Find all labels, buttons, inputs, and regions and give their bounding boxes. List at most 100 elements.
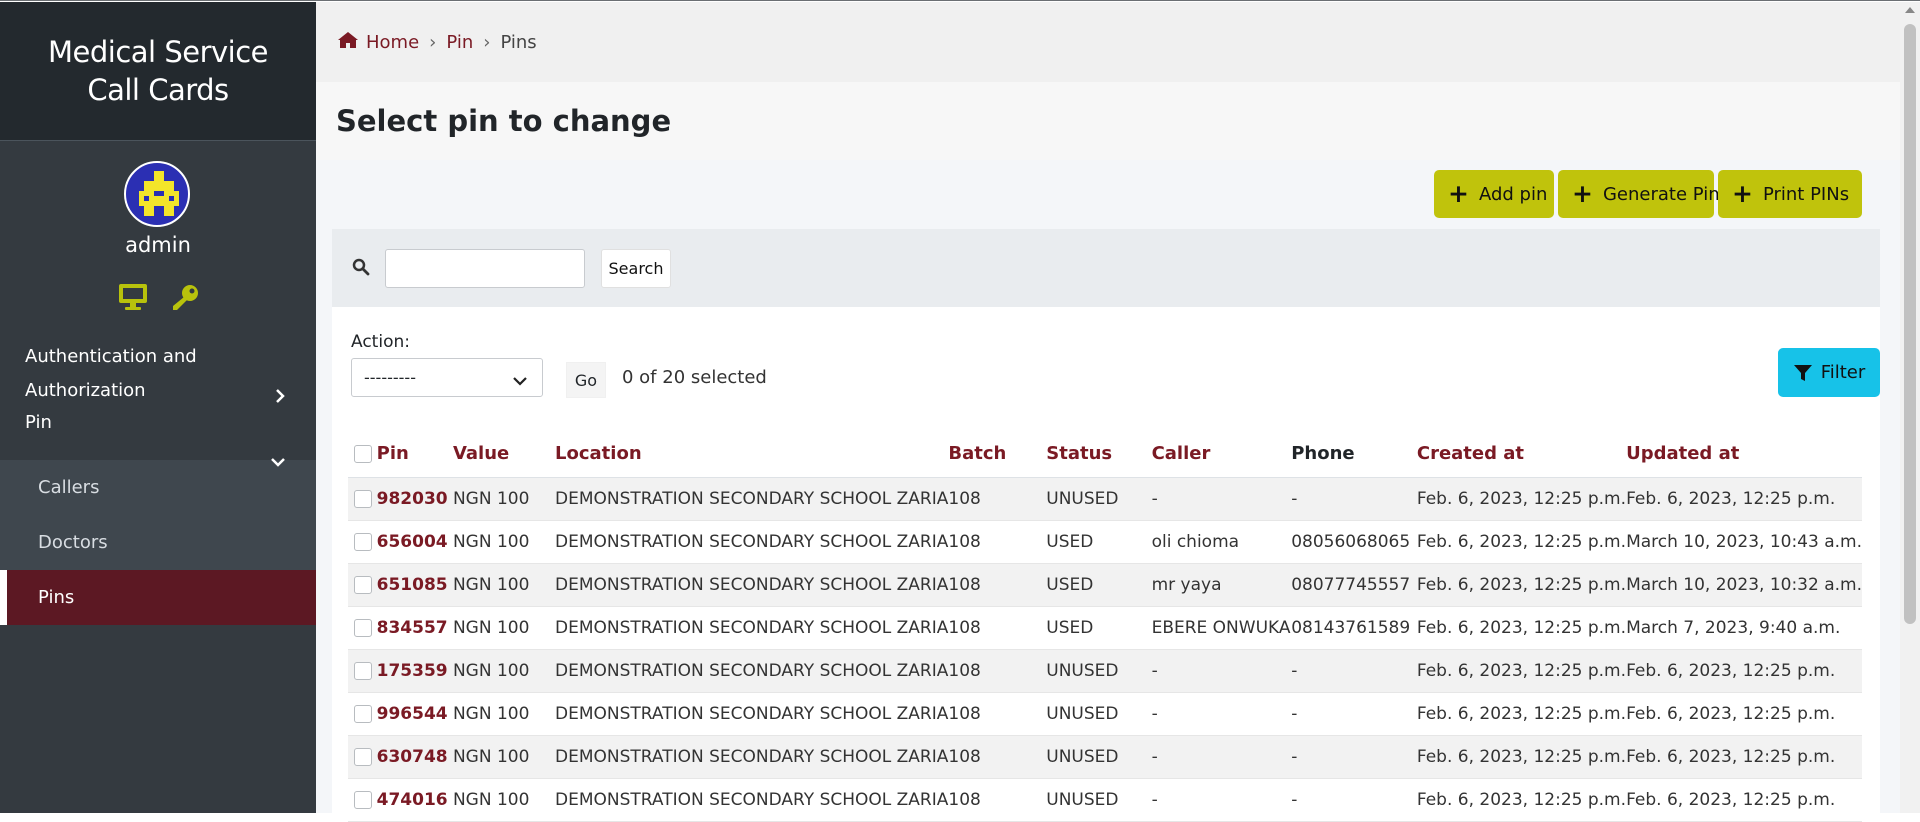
pin-subnav: Callers Doctors Pins [0,460,316,625]
cell-caller: - [1151,778,1292,822]
cell-updated-at: Feb. 6, 2023, 12:25 p.m. [1626,477,1862,521]
action-label: Action: [351,332,410,352]
pin-link[interactable]: 651085 [377,575,448,595]
app-frame: Medical Service Call Cards admin Authent… [0,0,1920,822]
sidebar-item-authentication[interactable]: Authentication and Authorization [0,340,316,403]
table-row: 834557 NGN 100 DEMONSTRATION SECONDARY SCH… [348,606,1862,650]
go-button[interactable]: Go [566,362,606,398]
cell-location: DEMONSTRATION SECONDARY SCHOOL ZARIA [555,692,949,736]
sidebar-item-pins[interactable]: Pins [0,570,316,625]
cell-phone: - [1291,778,1417,822]
cell-updated-at: Feb. 6, 2023, 12:25 p.m. [1626,778,1862,822]
cell-value: NGN 100 [452,778,556,822]
brand[interactable]: Medical Service Call Cards [0,2,316,141]
pin-link[interactable]: 982030 [377,489,448,509]
sidebar-item-callers[interactable]: Callers [0,460,316,515]
results-table: Pin Value Location Batch Status Caller P… [348,431,1862,822]
breadcrumb-home[interactable]: Home [366,32,419,53]
cell-status: UNUSED [1046,649,1152,693]
pin-link[interactable]: 656004 [377,532,448,552]
column-header-status[interactable]: Status [1046,431,1152,478]
plus-icon: + [1572,179,1593,208]
column-header-location[interactable]: Location [555,431,949,478]
cell-updated-at: March 10, 2023, 10:43 a.m. [1626,520,1862,564]
cell-batch: 108 [948,563,1047,607]
sidebar-item-label: Pin [25,412,52,433]
cell-caller: - [1151,477,1292,521]
vertical-scrollbar[interactable] [1900,2,1920,813]
scroll-up-icon[interactable] [1905,7,1915,13]
row-select-cell [348,649,377,693]
column-header-updated-at[interactable]: Updated at [1626,431,1862,478]
cell-updated-at: March 10, 2023, 10:32 a.m. [1626,563,1862,607]
row-checkbox[interactable] [354,532,372,551]
row-checkbox[interactable] [354,790,372,809]
search-input[interactable] [385,249,585,288]
cell-created-at: Feb. 6, 2023, 12:25 p.m. [1416,692,1627,736]
pin-link[interactable]: 834557 [377,618,448,638]
table-row: 651085 NGN 100 DEMONSTRATION SECONDARY SCH… [348,563,1862,607]
cell-created-at: Feb. 6, 2023, 12:25 p.m. [1416,563,1627,607]
monitor-icon[interactable] [118,283,148,315]
cell-created-at: Feb. 6, 2023, 12:25 p.m. [1416,477,1627,521]
row-select-cell [348,778,377,822]
row-checkbox[interactable] [354,489,372,508]
sidebar-item-pin[interactable]: Pin [0,397,316,467]
select-all-checkbox[interactable] [354,445,372,464]
sidebar-item-doctors[interactable]: Doctors [0,515,316,570]
row-checkbox[interactable] [354,704,372,723]
generate-pin-button[interactable]: + Generate Pin [1558,170,1720,218]
cell-updated-at: March 7, 2023, 9:40 a.m. [1626,606,1862,650]
breadcrumb-separator: › [483,31,491,53]
cell-pin: 996544 [376,692,453,736]
table-row: 630748 NGN 100 DEMONSTRATION SECONDARY SCH… [348,735,1862,779]
scrollbar-thumb[interactable] [1904,24,1916,624]
column-header-batch[interactable]: Batch [948,431,1047,478]
row-checkbox[interactable] [354,618,372,637]
column-header-caller[interactable]: Caller [1151,431,1292,478]
cell-phone: 08143761589 [1291,606,1417,650]
cell-caller: - [1151,692,1292,736]
pin-link[interactable]: 996544 [377,704,448,724]
cell-location: DEMONSTRATION SECONDARY SCHOOL ZARIA [555,778,949,822]
cell-phone: - [1291,692,1417,736]
action-select[interactable]: --------- [351,358,543,397]
brand-title: Medical Service Call Cards [48,35,269,107]
column-header-created-at[interactable]: Created at [1416,431,1627,478]
row-select-cell [348,606,377,650]
column-header-pin[interactable]: Pin [376,431,453,478]
key-icon[interactable] [172,283,200,317]
row-checkbox[interactable] [354,747,372,766]
cell-status: USED [1046,563,1152,607]
cell-status: UNUSED [1046,477,1152,521]
cell-pin: 175359 [376,649,453,693]
cell-status: UNUSED [1046,778,1152,822]
row-checkbox[interactable] [354,661,372,680]
print-pins-button[interactable]: + Print PINs [1718,170,1862,218]
chevron-down-icon [512,367,528,404]
breadcrumb-pin[interactable]: Pin [446,32,473,53]
row-checkbox[interactable] [354,575,372,594]
column-header-value[interactable]: Value [452,431,556,478]
home-icon[interactable] [337,31,359,54]
cell-caller: - [1151,735,1292,779]
cell-batch: 108 [948,649,1047,693]
pin-link[interactable]: 630748 [377,747,448,767]
search-icon [352,258,370,280]
pin-link[interactable]: 175359 [377,661,448,681]
cell-batch: 108 [948,692,1047,736]
cell-value: NGN 100 [452,477,556,521]
cell-updated-at: Feb. 6, 2023, 12:25 p.m. [1626,649,1862,693]
add-pin-button[interactable]: + Add pin [1434,170,1554,218]
cell-value: NGN 100 [452,606,556,650]
cell-batch: 108 [948,477,1047,521]
cell-value: NGN 100 [452,649,556,693]
cell-location: DEMONSTRATION SECONDARY SCHOOL ZARIA [555,606,949,650]
search-button[interactable]: Search [601,249,671,288]
cell-phone: 08077745557 [1291,563,1417,607]
filter-button[interactable]: Filter [1778,348,1880,397]
pin-link[interactable]: 474016 [377,790,448,810]
sidebar-nav: Authentication and Authorization Pin Cal… [0,340,316,625]
action-select-value: --------- [364,368,416,387]
row-select-cell [348,563,377,607]
